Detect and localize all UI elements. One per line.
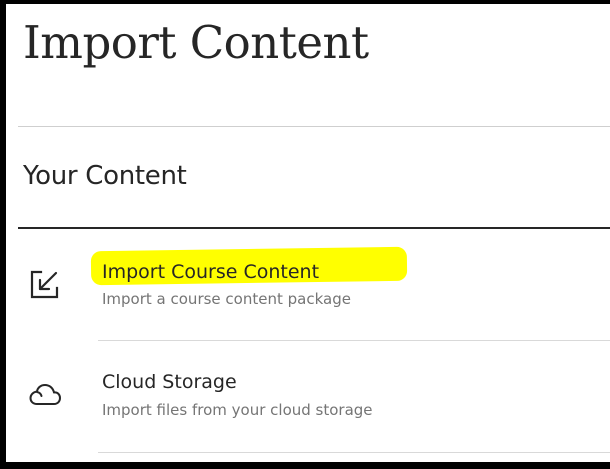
cloud-icon xyxy=(28,377,62,411)
cloud-storage-option[interactable]: Cloud Storage Import files from your clo… xyxy=(18,341,610,453)
option-divider xyxy=(98,452,610,453)
import-arrow-icon xyxy=(28,267,62,301)
option-title: Import Course Content xyxy=(102,261,320,283)
import-course-content-option[interactable]: Import Course Content Import a course co… xyxy=(18,229,610,341)
section-heading: Your Content xyxy=(23,161,187,191)
option-title: Cloud Storage xyxy=(102,371,237,393)
title-divider xyxy=(18,126,610,127)
import-content-panel: Import Content Your Content Import Cours… xyxy=(0,0,610,469)
option-description: Import files from your cloud storage xyxy=(102,401,373,419)
option-description: Import a course content package xyxy=(102,290,351,308)
page-title: Import Content xyxy=(23,16,369,69)
